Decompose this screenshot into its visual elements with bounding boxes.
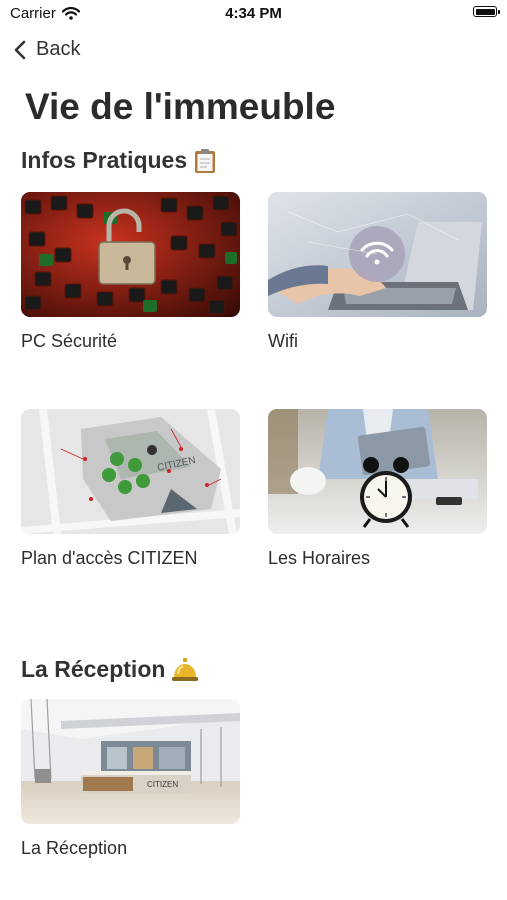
- card-wifi[interactable]: Wifi: [268, 192, 487, 352]
- section-title-text: Infos Pratiques: [21, 147, 188, 173]
- section-title-text: La Réception: [21, 656, 166, 682]
- reception-desk-sign: CITIZEN: [147, 780, 178, 789]
- alarm-clock-image: [268, 409, 487, 534]
- card-label: PC Sécurité: [21, 331, 118, 351]
- card-label: Plan d'accès CITIZEN: [21, 548, 198, 568]
- back-label: Back: [36, 38, 81, 60]
- laptop-wifi-image: [268, 192, 487, 317]
- card-plan-acces[interactable]: CITIZEN Plan d'accès CITIZEN: [21, 409, 240, 569]
- reception-lobby-image: CITIZEN: [21, 699, 240, 824]
- card-la-reception[interactable]: CITIZEN La Réception: [21, 699, 240, 859]
- access-map-image: CITIZEN: [21, 409, 240, 534]
- section-title-infos-pratiques: Infos Pratiques: [21, 147, 217, 174]
- status-time: 4:34 PM: [225, 5, 282, 22]
- chevron-left-icon: [14, 40, 26, 60]
- clipboard-icon: [193, 148, 217, 174]
- status-bar: Carrier 4:34 PM: [0, 0, 507, 28]
- back-button[interactable]: Back: [14, 38, 80, 61]
- service-bell-icon: [171, 657, 199, 683]
- card-pc-securite[interactable]: PC Sécurité: [21, 192, 240, 352]
- card-label: La Réception: [21, 838, 128, 858]
- battery-icon: [473, 6, 500, 17]
- card-label: Les Horaires: [268, 548, 371, 568]
- card-label: Wifi: [268, 331, 298, 351]
- page-title: Vie de l'immeuble: [25, 86, 336, 127]
- padlock-keyboard-image: [21, 192, 240, 317]
- card-les-horaires[interactable]: Les Horaires: [268, 409, 487, 569]
- section-title-la-reception: La Réception: [21, 656, 199, 683]
